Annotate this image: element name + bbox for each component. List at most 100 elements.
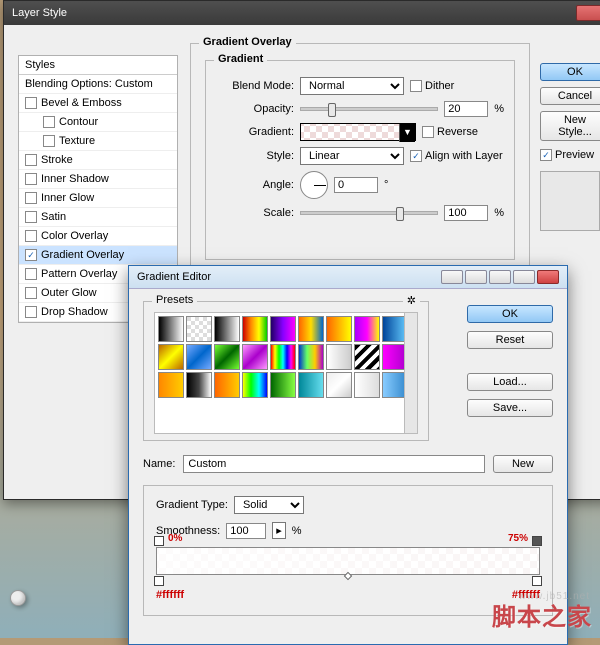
style-row-inner-shadow[interactable]: Inner Shadow bbox=[19, 170, 177, 189]
style-row-contour[interactable]: Contour bbox=[19, 113, 177, 132]
ge-save-button[interactable]: Save... bbox=[467, 399, 553, 417]
gradient-editor-titlebar[interactable]: Gradient Editor bbox=[129, 266, 567, 289]
blending-options-row[interactable]: Blending Options: Custom bbox=[19, 75, 177, 94]
dither-checkbox[interactable] bbox=[410, 80, 422, 92]
align-label: Align with Layer bbox=[425, 150, 503, 162]
cancel-button[interactable]: Cancel bbox=[540, 87, 600, 105]
preset-swatch-11[interactable] bbox=[214, 344, 240, 370]
effect-label: Outer Glow bbox=[41, 287, 97, 299]
color-stop-right[interactable] bbox=[532, 576, 542, 586]
effect-checkbox[interactable] bbox=[25, 268, 37, 280]
gradient-swatch[interactable]: ▼ bbox=[300, 123, 416, 141]
preset-swatch-20[interactable] bbox=[214, 372, 240, 398]
name-input[interactable] bbox=[183, 455, 485, 473]
style-row-color-overlay[interactable]: Color Overlay bbox=[19, 227, 177, 246]
new-style-button[interactable]: New Style... bbox=[540, 111, 600, 141]
preset-swatch-12[interactable] bbox=[242, 344, 268, 370]
pin-icon[interactable] bbox=[465, 270, 487, 284]
style-row-bevel-emboss[interactable]: Bevel & Emboss bbox=[19, 94, 177, 113]
smoothness-label: Smoothness: bbox=[156, 525, 220, 537]
preset-swatch-6[interactable] bbox=[326, 316, 352, 342]
styles-header[interactable]: Styles bbox=[19, 56, 177, 75]
effect-checkbox[interactable] bbox=[43, 135, 55, 147]
preset-swatch-0[interactable] bbox=[158, 316, 184, 342]
effect-checkbox[interactable] bbox=[25, 154, 37, 166]
close-icon[interactable] bbox=[576, 5, 600, 21]
effect-label: Inner Glow bbox=[41, 192, 94, 204]
effect-checkbox[interactable] bbox=[25, 173, 37, 185]
preset-swatch-24[interactable] bbox=[326, 372, 352, 398]
effect-checkbox[interactable] bbox=[43, 116, 55, 128]
ok-button[interactable]: OK bbox=[540, 63, 600, 81]
style-row-inner-glow[interactable]: Inner Glow bbox=[19, 189, 177, 208]
opacity-stop-left[interactable] bbox=[154, 536, 164, 546]
scale-slider[interactable] bbox=[300, 211, 438, 215]
gradient-dropdown-icon[interactable]: ▼ bbox=[399, 124, 415, 142]
name-label: Name: bbox=[143, 458, 175, 470]
effect-checkbox[interactable] bbox=[25, 230, 37, 242]
preset-swatch-4[interactable] bbox=[270, 316, 296, 342]
opacity-stop-right[interactable] bbox=[532, 536, 542, 546]
effect-checkbox[interactable] bbox=[25, 211, 37, 223]
ge-load-button[interactable]: Load... bbox=[467, 373, 553, 391]
effect-checkbox[interactable] bbox=[25, 97, 37, 109]
preset-swatch-13[interactable] bbox=[270, 344, 296, 370]
smoothness-input[interactable] bbox=[226, 523, 266, 539]
preset-swatch-3[interactable] bbox=[242, 316, 268, 342]
presets-scrollbar[interactable] bbox=[404, 312, 418, 434]
reverse-checkbox[interactable] bbox=[422, 126, 434, 138]
smoothness-stepper[interactable]: ▸ bbox=[272, 522, 286, 539]
preview-thumbnail bbox=[540, 171, 600, 231]
effect-checkbox[interactable] bbox=[25, 287, 37, 299]
color-stop-left[interactable] bbox=[154, 576, 164, 586]
blend-mode-select[interactable]: Normal bbox=[300, 77, 404, 95]
preset-swatch-2[interactable] bbox=[214, 316, 240, 342]
watermark-text: 脚本之家 bbox=[492, 597, 592, 632]
presets-title: Presets bbox=[152, 294, 197, 306]
preset-swatch-25[interactable] bbox=[354, 372, 380, 398]
scale-input[interactable] bbox=[444, 205, 488, 221]
effect-checkbox[interactable] bbox=[25, 192, 37, 204]
preset-swatch-18[interactable] bbox=[158, 372, 184, 398]
ge-ok-button[interactable]: OK bbox=[467, 305, 553, 323]
preset-swatch-5[interactable] bbox=[298, 316, 324, 342]
opacity-slider[interactable] bbox=[300, 107, 438, 111]
close-icon[interactable] bbox=[537, 270, 559, 284]
opacity-stop-left-label: 0% bbox=[168, 533, 182, 544]
preset-swatch-15[interactable] bbox=[326, 344, 352, 370]
preset-swatch-16[interactable] bbox=[354, 344, 380, 370]
preset-swatch-1[interactable] bbox=[186, 316, 212, 342]
preset-swatch-9[interactable] bbox=[158, 344, 184, 370]
style-row-texture[interactable]: Texture bbox=[19, 132, 177, 151]
style-select[interactable]: Linear bbox=[300, 147, 404, 165]
angle-dial[interactable] bbox=[300, 171, 328, 199]
preset-swatch-21[interactable] bbox=[242, 372, 268, 398]
layer-style-titlebar[interactable]: Layer Style bbox=[4, 1, 600, 25]
preset-swatch-14[interactable] bbox=[298, 344, 324, 370]
preset-swatch-7[interactable] bbox=[354, 316, 380, 342]
style-row-gradient-overlay[interactable]: ✓Gradient Overlay bbox=[19, 246, 177, 265]
minimize-icon[interactable] bbox=[489, 270, 511, 284]
gradient-type-select[interactable]: Solid bbox=[234, 496, 304, 514]
style-row-satin[interactable]: Satin bbox=[19, 208, 177, 227]
style-row-stroke[interactable]: Stroke bbox=[19, 151, 177, 170]
ge-reset-button[interactable]: Reset bbox=[467, 331, 553, 349]
inner-title: Gradient bbox=[214, 53, 267, 65]
effect-label: Color Overlay bbox=[41, 230, 108, 242]
preset-swatch-23[interactable] bbox=[298, 372, 324, 398]
preview-checkbox[interactable]: ✓ bbox=[540, 149, 552, 161]
new-button[interactable]: New bbox=[493, 455, 553, 473]
angle-input[interactable] bbox=[334, 177, 378, 193]
preset-swatch-10[interactable] bbox=[186, 344, 212, 370]
preset-swatch-22[interactable] bbox=[270, 372, 296, 398]
maximize-icon[interactable] bbox=[513, 270, 535, 284]
effect-checkbox[interactable]: ✓ bbox=[25, 249, 37, 261]
help-icon[interactable] bbox=[441, 270, 463, 284]
gradient-overlay-frame: Gradient Overlay Gradient Blend Mode: No… bbox=[190, 43, 530, 295]
align-checkbox[interactable]: ✓ bbox=[410, 150, 422, 162]
preset-swatch-19[interactable] bbox=[186, 372, 212, 398]
gear-icon[interactable]: ✲ bbox=[403, 294, 420, 307]
blend-mode-label: Blend Mode: bbox=[216, 80, 294, 92]
effect-checkbox[interactable] bbox=[25, 306, 37, 318]
opacity-input[interactable] bbox=[444, 101, 488, 117]
